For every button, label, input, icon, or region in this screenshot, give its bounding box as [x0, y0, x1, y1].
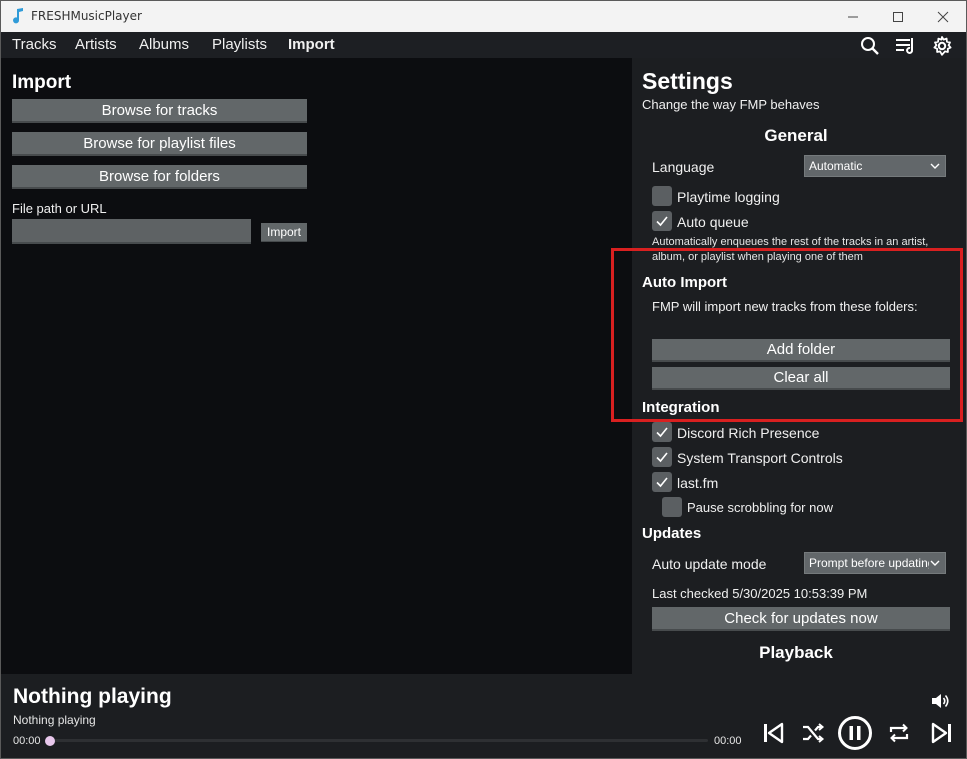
chevron-down-icon — [930, 163, 940, 169]
music-note-icon — [13, 8, 23, 24]
player-bar: Nothing playing Nothing playing 00:00 00… — [1, 674, 966, 758]
minimize-button[interactable] — [830, 1, 876, 32]
discord-checkbox[interactable] — [652, 422, 672, 442]
search-icon[interactable] — [859, 35, 881, 57]
file-path-input[interactable] — [12, 219, 251, 244]
general-heading: General — [764, 126, 828, 145]
language-select[interactable]: Automatic — [804, 155, 946, 177]
tab-playlists[interactable]: Playlists — [212, 36, 267, 53]
progress-track[interactable] — [48, 739, 708, 742]
elapsed-time: 00:00 — [13, 735, 41, 747]
file-path-label: File path or URL — [12, 201, 107, 216]
playtime-logging-label: Playtime logging — [677, 189, 780, 205]
close-button[interactable] — [920, 1, 966, 32]
settings-subtitle: Change the way FMP behaves — [642, 97, 820, 112]
auto-update-mode-label: Auto update mode — [652, 556, 767, 572]
queue-icon[interactable] — [894, 35, 916, 57]
transport-controls-checkbox[interactable] — [652, 447, 672, 467]
pause-icon[interactable] — [837, 715, 873, 751]
maximize-button[interactable] — [875, 1, 921, 32]
import-title: Import — [12, 72, 72, 93]
progress-knob[interactable] — [45, 736, 55, 746]
maximize-icon — [893, 11, 903, 22]
check-updates-button[interactable]: Check for updates now — [652, 607, 950, 631]
checkmark-icon — [656, 216, 668, 227]
checkmark-icon — [656, 452, 668, 463]
now-playing-artist: Nothing playing — [13, 713, 96, 727]
pause-scrobbling-checkbox[interactable] — [662, 497, 682, 517]
browse-folders-button[interactable]: Browse for folders — [12, 165, 307, 189]
auto-update-mode-value: Prompt before updating — [809, 556, 929, 570]
discord-label: Discord Rich Presence — [677, 425, 820, 441]
close-icon — [937, 11, 949, 22]
updates-heading: Updates — [642, 525, 702, 542]
checkmark-icon — [656, 477, 668, 488]
last-checked-text: Last checked 5/30/2025 10:53:39 PM — [652, 586, 868, 601]
app-window: FRESHMusicPlayer Tracks Artists Albums P… — [0, 0, 967, 759]
playtime-logging-checkbox[interactable] — [652, 186, 672, 206]
checkmark-icon — [656, 427, 668, 438]
total-time: 00:00 — [714, 735, 742, 747]
playback-heading: Playback — [759, 643, 833, 662]
language-value: Automatic — [809, 159, 863, 173]
next-icon[interactable] — [930, 721, 954, 745]
auto-update-mode-select[interactable]: Prompt before updating — [804, 552, 946, 574]
nav-bar: Tracks Artists Albums Playlists Import — [1, 32, 966, 58]
volume-icon[interactable] — [929, 690, 951, 712]
tab-import[interactable]: Import — [288, 36, 335, 53]
lastfm-label: last.fm — [677, 475, 719, 491]
auto-queue-label: Auto queue — [677, 214, 749, 230]
transport-controls-label: System Transport Controls — [677, 450, 843, 466]
tab-albums[interactable]: Albums — [139, 36, 189, 53]
gear-icon[interactable] — [931, 35, 953, 57]
title-bar: FRESHMusicPlayer — [1, 1, 966, 32]
now-playing-title: Nothing playing — [13, 685, 172, 708]
import-button[interactable]: Import — [261, 223, 307, 242]
auto-queue-checkbox[interactable] — [652, 211, 672, 231]
tab-tracks[interactable]: Tracks — [12, 36, 56, 53]
minimize-icon — [848, 16, 858, 17]
repeat-icon[interactable] — [887, 721, 911, 745]
language-label: Language — [652, 159, 715, 175]
shuffle-icon[interactable] — [801, 721, 825, 745]
settings-title: Settings — [642, 68, 733, 94]
tab-artists[interactable]: Artists — [75, 36, 117, 53]
lastfm-checkbox[interactable] — [652, 472, 672, 492]
pause-scrobbling-label: Pause scrobbling for now — [687, 500, 833, 515]
highlight-box — [611, 248, 963, 422]
browse-tracks-button[interactable]: Browse for tracks — [12, 99, 307, 123]
previous-icon[interactable] — [761, 721, 785, 745]
import-panel: Import Browse for tracks Browse for play… — [1, 58, 631, 674]
browse-playlists-button[interactable]: Browse for playlist files — [12, 132, 307, 156]
chevron-down-icon — [930, 560, 940, 566]
window-title: FRESHMusicPlayer — [31, 9, 142, 23]
